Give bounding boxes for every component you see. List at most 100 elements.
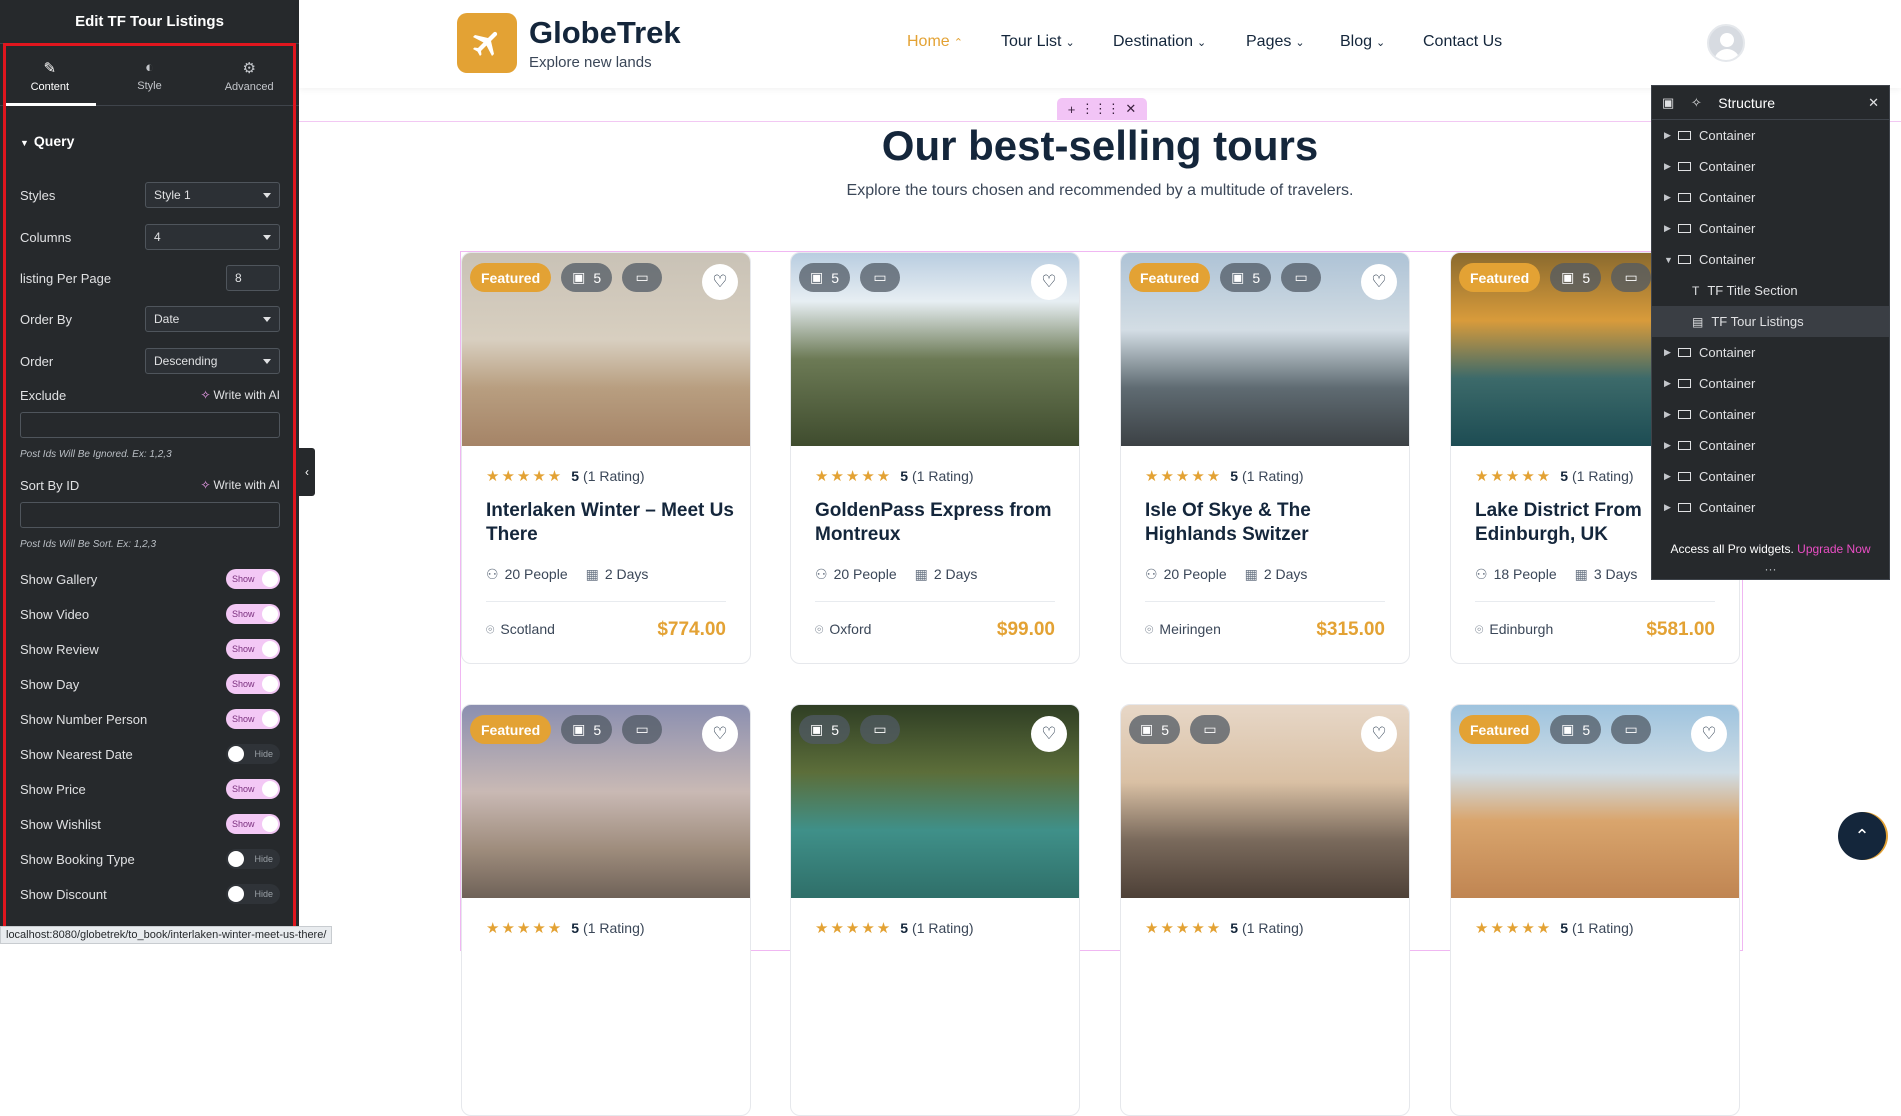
caret-right-icon[interactable]: ▶: [1664, 378, 1678, 389]
toggle-switch[interactable]: Show: [226, 779, 280, 799]
avatar[interactable]: [1707, 24, 1745, 62]
structure-item[interactable]: ▶ Container: [1652, 430, 1889, 461]
order-select[interactable]: Descending: [145, 348, 280, 374]
tour-card[interactable]: ▣ 5 ▭ ♡ ★★★★★ 5 (1 Rating) GoldenPass Express f…: [790, 252, 1080, 664]
structure-item[interactable]: ▶ Container: [1652, 213, 1889, 244]
tour-card[interactable]: ▣ 5 ▭ ♡ ★★★★★ 5 (1 Rating): [790, 704, 1080, 1116]
toggle-switch[interactable]: Show: [226, 814, 280, 834]
tour-card[interactable]: Featured ▣ 5 ▭ ♡ ★★★★★ 5 (1 Rating): [461, 704, 751, 1116]
structure-item[interactable]: ▼ Container: [1652, 244, 1889, 275]
gallery-badge[interactable]: ▣ 5: [799, 263, 851, 292]
video-badge[interactable]: ▭: [1611, 715, 1652, 744]
sort-write-ai-button[interactable]: ✧ Write with AI: [200, 478, 280, 492]
toggle-switch[interactable]: Hide: [226, 849, 280, 869]
tour-card[interactable]: ▣ 5 ▭ ♡ ★★★★★ 5 (1 Rating): [1120, 704, 1410, 1116]
exclude-input[interactable]: [20, 412, 280, 438]
toggle-switch[interactable]: Show: [226, 709, 280, 729]
caret-right-icon[interactable]: ▶: [1664, 347, 1678, 358]
structure-item[interactable]: ▶ Container: [1652, 151, 1889, 182]
structure-item[interactable]: ▶ Container: [1652, 182, 1889, 213]
video-badge[interactable]: ▭: [1190, 715, 1231, 744]
wishlist-heart-icon[interactable]: ♡: [1031, 716, 1067, 752]
wishlist-heart-icon[interactable]: ♡: [702, 264, 738, 300]
tour-card[interactable]: Featured ▣ 5 ▭ ♡ ★★★★★ 5 (1 Rating) Isle Of Skye…: [1120, 252, 1410, 664]
back-to-top-button[interactable]: ⌃: [1838, 812, 1886, 860]
nav-item[interactable]: Blog ⌄: [1340, 33, 1385, 51]
structure-item[interactable]: ▶ Container: [1652, 368, 1889, 399]
toggle-switch[interactable]: Show: [226, 604, 280, 624]
caret-right-icon[interactable]: ▶: [1664, 192, 1678, 203]
logo[interactable]: [457, 13, 517, 73]
caret-right-icon[interactable]: ▶: [1664, 223, 1678, 234]
toggle-switch[interactable]: Show: [226, 639, 280, 659]
video-badge[interactable]: ▭: [1281, 263, 1322, 292]
caret-right-icon[interactable]: ▶: [1664, 409, 1678, 420]
gallery-badge[interactable]: ▣ 5: [1550, 263, 1602, 292]
wishlist-heart-icon[interactable]: ♡: [1691, 716, 1727, 752]
tour-title[interactable]: GoldenPass Express from Montreux: [815, 499, 1065, 547]
upgrade-link[interactable]: Upgrade Now: [1797, 542, 1870, 556]
caret-right-icon[interactable]: ▶: [1664, 471, 1678, 482]
tour-title[interactable]: Interlaken Winter – Meet Us There: [486, 499, 736, 547]
toggle-switch[interactable]: Hide: [226, 744, 280, 764]
gallery-badge[interactable]: ▣ 5: [1220, 263, 1272, 292]
video-badge[interactable]: ▭: [622, 263, 663, 292]
tab-content[interactable]: ✎ Content: [0, 44, 100, 106]
tour-card[interactable]: Featured ▣ 5 ▭ ♡ ★★★★★ 5 (1 Rating) Interlaken W…: [461, 252, 751, 664]
wishlist-heart-icon[interactable]: ♡: [1031, 264, 1067, 300]
navigator-ai-icon[interactable]: ✧: [1691, 95, 1702, 111]
video-badge[interactable]: ▭: [622, 715, 663, 744]
section-edit-handle[interactable]: + ⋮⋮⋮ ✕: [1057, 98, 1147, 120]
caret-right-icon[interactable]: ▶: [1664, 161, 1678, 172]
nav-item[interactable]: Tour List ⌄: [1001, 33, 1075, 51]
resize-handle-icon[interactable]: ···: [1652, 562, 1889, 576]
nav-item[interactable]: Home ⌃: [907, 33, 963, 51]
structure-item[interactable]: ▶ Container: [1652, 120, 1889, 151]
close-icon[interactable]: ✕: [1125, 101, 1136, 117]
columns-select[interactable]: 4: [145, 224, 280, 250]
video-badge[interactable]: ▭: [1611, 263, 1652, 292]
per-page-input[interactable]: 8: [226, 265, 280, 291]
gallery-badge[interactable]: ▣ 5: [1129, 715, 1181, 744]
caret-down-icon[interactable]: ▼: [1664, 255, 1678, 265]
add-icon[interactable]: +: [1068, 102, 1076, 117]
nav-item[interactable]: Destination ⌄: [1113, 33, 1206, 51]
gallery-badge[interactable]: ▣ 5: [799, 715, 851, 744]
gallery-badge[interactable]: ▣ 5: [561, 263, 613, 292]
brand-name[interactable]: GlobeTrek: [529, 15, 681, 51]
structure-item[interactable]: ▶ Container: [1652, 461, 1889, 492]
toggle-switch[interactable]: Show: [226, 674, 280, 694]
sort-by-id-input[interactable]: [20, 502, 280, 528]
structure-item[interactable]: ▶ Container: [1652, 399, 1889, 430]
nav-item[interactable]: Pages ⌄: [1246, 33, 1305, 51]
drag-handle-icon[interactable]: ⋮⋮⋮: [1081, 101, 1120, 117]
tour-card[interactable]: Featured ▣ 5 ▭ ♡ ★★★★★ 5 (1 Rating): [1450, 704, 1740, 1116]
tab-style[interactable]: ◐ Style: [100, 44, 200, 105]
styles-select[interactable]: Style 1: [145, 182, 280, 208]
gallery-badge[interactable]: ▣ 5: [1550, 715, 1602, 744]
order-by-select[interactable]: Date: [145, 306, 280, 332]
wishlist-heart-icon[interactable]: ♡: [702, 716, 738, 752]
structure-item[interactable]: ▶ Container: [1652, 337, 1889, 368]
tour-title[interactable]: Isle Of Skye & The Highlands Switzer: [1145, 499, 1395, 547]
collapse-all-icon[interactable]: ▣: [1662, 95, 1674, 111]
close-icon[interactable]: ✕: [1868, 95, 1879, 111]
video-badge[interactable]: ▭: [860, 715, 901, 744]
structure-item[interactable]: T TF Title Section: [1652, 275, 1889, 306]
tab-advanced[interactable]: ⚙ Advanced: [199, 44, 299, 105]
exclude-write-ai-button[interactable]: ✧ Write with AI: [200, 388, 280, 402]
structure-item[interactable]: ▤ TF Tour Listings: [1652, 306, 1889, 337]
toggle-switch[interactable]: Hide: [226, 884, 280, 904]
video-badge[interactable]: ▭: [860, 263, 901, 292]
structure-item[interactable]: ▶ Container: [1652, 492, 1889, 523]
caret-right-icon[interactable]: ▶: [1664, 130, 1678, 141]
wishlist-heart-icon[interactable]: ♡: [1361, 716, 1397, 752]
wishlist-heart-icon[interactable]: ♡: [1361, 264, 1397, 300]
caret-right-icon[interactable]: ▶: [1664, 440, 1678, 451]
caret-right-icon[interactable]: ▶: [1664, 502, 1678, 513]
gallery-badge[interactable]: ▣ 5: [561, 715, 613, 744]
collapse-panel-button[interactable]: ‹: [299, 448, 315, 496]
nav-item[interactable]: Contact Us: [1423, 33, 1502, 51]
toggle-switch[interactable]: Show: [226, 569, 280, 589]
section-query-toggle[interactable]: ▼ Query: [0, 106, 299, 149]
